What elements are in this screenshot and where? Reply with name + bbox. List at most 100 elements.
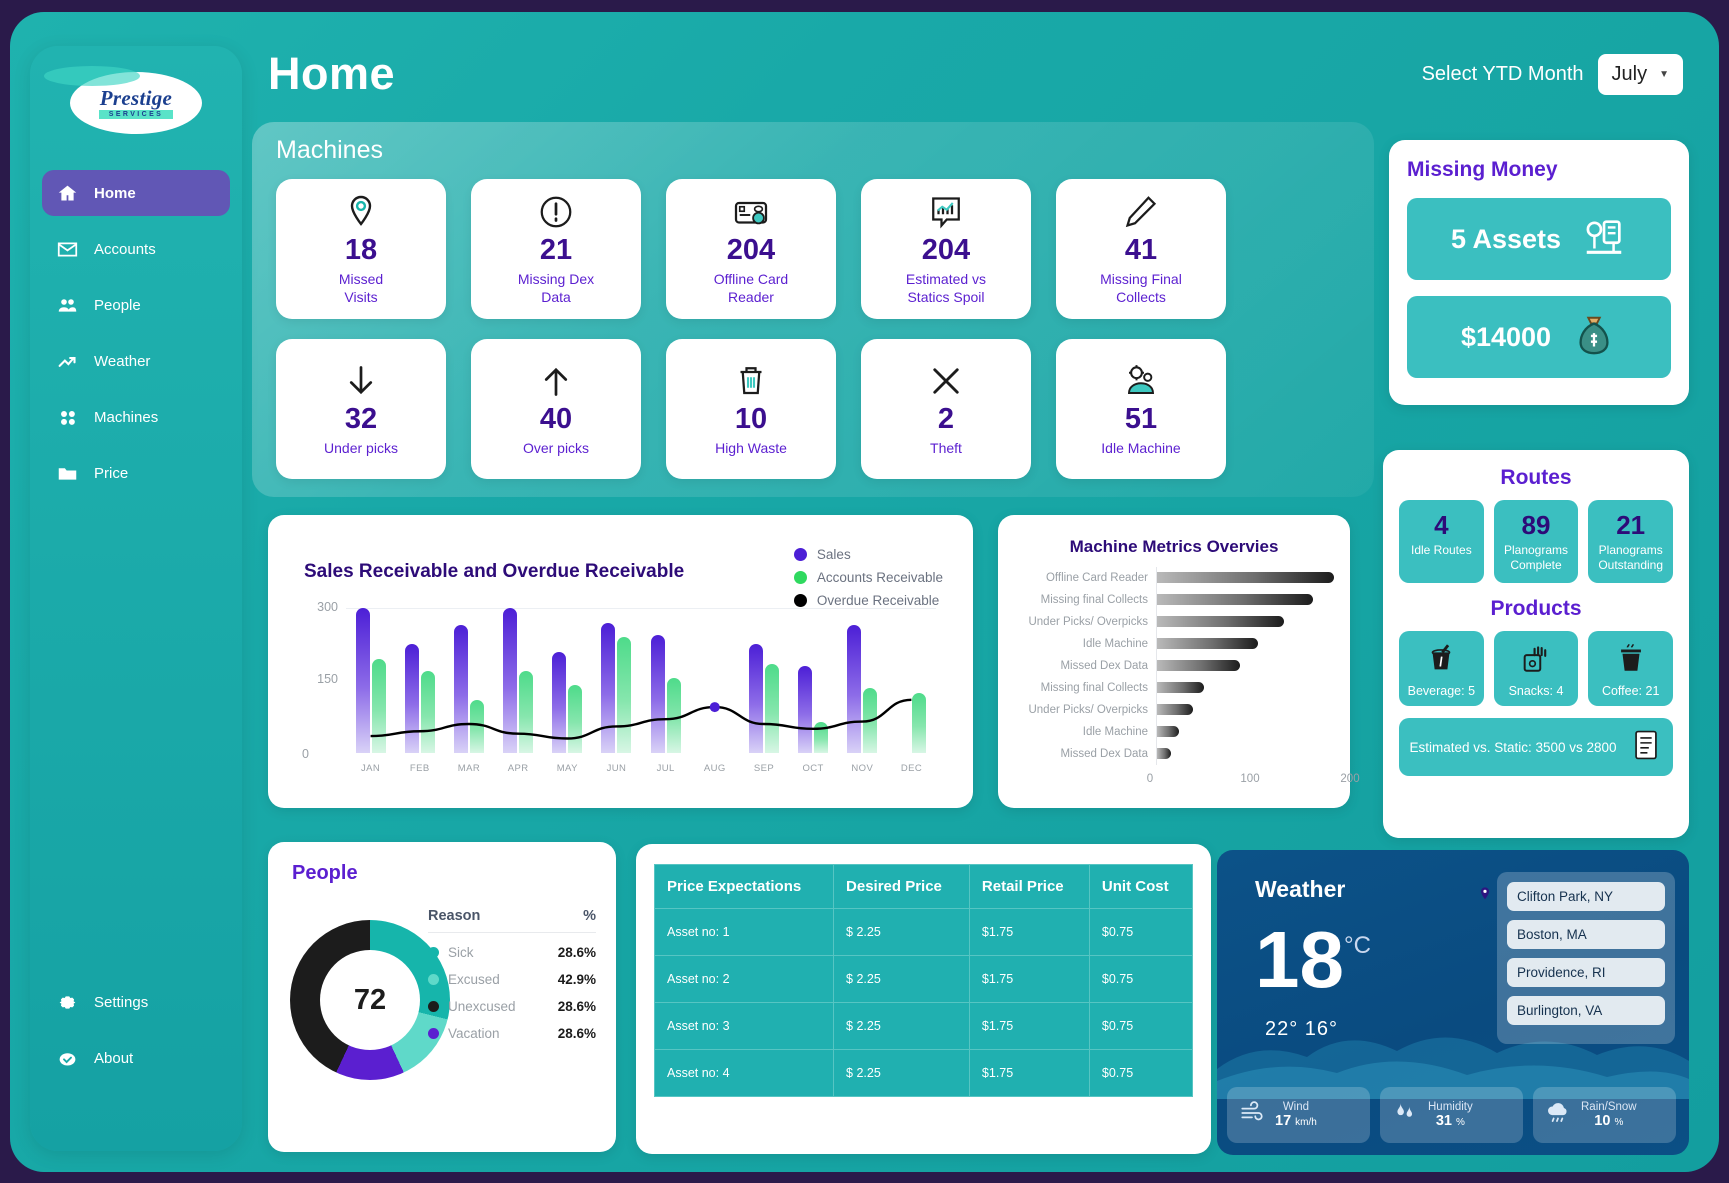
- legend-label: Excused: [448, 972, 500, 987]
- check-badge-icon: [56, 1047, 78, 1069]
- x-axis-tick: 100: [1240, 773, 1260, 785]
- bar-group: [346, 608, 395, 753]
- bar-group: [838, 608, 887, 753]
- product-cell-beverage[interactable]: Beverage: 5: [1399, 631, 1484, 706]
- missing-money-assets[interactable]: 5 Assets: [1407, 198, 1671, 280]
- legend-color-swatch: [428, 1028, 439, 1039]
- machine-card-missing-dex-data[interactable]: 21 Missing Dex Data: [471, 179, 641, 319]
- people-title: People: [292, 862, 358, 884]
- sidebar-item-settings[interactable]: Settings: [42, 979, 230, 1025]
- legend-color-swatch: [428, 974, 439, 985]
- route-cell-planograms-outstanding[interactable]: 21 Planograms Outstanding: [1588, 500, 1674, 583]
- x-axis-label: JUL: [656, 763, 675, 774]
- bar: [1157, 682, 1205, 693]
- table-cell: $1.75: [968, 1049, 1090, 1097]
- bar: [764, 663, 779, 753]
- product-cell-coffee[interactable]: Coffee: 21: [1588, 631, 1674, 706]
- arrow-down-icon: [343, 360, 379, 402]
- bar: [1157, 726, 1179, 737]
- table-cell: $0.75: [1088, 955, 1194, 1003]
- bar-group: [395, 608, 444, 753]
- route-cell-idle-routes[interactable]: 4 Idle Routes: [1399, 500, 1484, 583]
- machine-card-offline-card-reader[interactable]: 204 Offline Card Reader: [666, 179, 836, 319]
- machine-card-estimated-vs-statics-spoil[interactable]: 204 Estimated vs Statics Spoil: [861, 179, 1031, 319]
- table-body: Asset no: 1 $ 2.25 $1.75 $0.75 Asset no: 2 $ …: [653, 908, 1194, 1097]
- money-assets-icon: [1581, 214, 1627, 265]
- machine-card-high-waste[interactable]: 10 High Waste: [666, 339, 836, 479]
- ytd-select[interactable]: July ▼: [1597, 54, 1683, 95]
- table-row[interactable]: Asset no: 3 $ 2.25 $1.75 $0.75: [653, 1002, 1194, 1050]
- gear-icon: [56, 991, 78, 1013]
- logo-swoosh: [44, 66, 140, 86]
- sidebar-item-about[interactable]: About: [42, 1035, 230, 1081]
- sidebar-item-label: Home: [94, 184, 136, 202]
- sidebar: Prestige SERVICES Home Accounts People W…: [30, 46, 242, 1151]
- bar-track: [1156, 611, 1338, 633]
- table-cell: Asset no: 4: [653, 1049, 835, 1097]
- estimated-vs-static-box[interactable]: Estimated vs. Static: 3500 vs 2800: [1399, 718, 1673, 776]
- legend-header: Reason %: [428, 908, 596, 933]
- products-grid: Beverage: 5 Snacks: 4 Coffee: 21: [1399, 631, 1674, 706]
- sidebar-item-price[interactable]: Price: [42, 450, 230, 496]
- bar-track: [1156, 743, 1338, 765]
- sidebar-item-label: Accounts: [94, 240, 156, 258]
- people-icon: [56, 294, 78, 316]
- missing-money-amount[interactable]: $14000: [1407, 296, 1671, 378]
- table-row: Missing final Collects: [1004, 589, 1338, 611]
- sidebar-item-people[interactable]: People: [42, 282, 230, 328]
- machine-card-missing-final-collects[interactable]: 41 Missing Final Collects: [1056, 179, 1226, 319]
- bar: [1157, 594, 1313, 605]
- machine-card-theft[interactable]: 2 Theft: [861, 339, 1031, 479]
- brand-subtitle: SERVICES: [98, 109, 174, 119]
- bar-group: [641, 608, 690, 753]
- machines-row-1: 18 Missed Visits 21 Missing Dex Data 204…: [252, 165, 1374, 319]
- weather-city-item[interactable]: Burlington, VA: [1507, 996, 1665, 1025]
- weather-city-item[interactable]: Providence, RI: [1507, 958, 1665, 987]
- bar-series-container: [346, 608, 936, 753]
- weather-city-item[interactable]: Boston, MA: [1507, 920, 1665, 949]
- product-label: Coffee: 21: [1601, 684, 1660, 698]
- bar-group: [494, 608, 543, 753]
- missing-money-assets-value: 5 Assets: [1450, 223, 1562, 254]
- table-row: Idle Machine: [1004, 721, 1338, 743]
- bar: [798, 666, 813, 753]
- sidebar-item-accounts[interactable]: Accounts: [42, 226, 230, 272]
- table-row[interactable]: Asset no: 1 $ 2.25 $1.75 $0.75: [653, 908, 1194, 956]
- sidebar-item-weather[interactable]: Weather: [42, 338, 230, 384]
- machine-card-missed-visits[interactable]: 18 Missed Visits: [276, 179, 446, 319]
- weather-stat-humidity: Humidity 31 %: [1380, 1087, 1523, 1143]
- folder-icon: [56, 462, 78, 484]
- bar-label: Under Picks/ Overpicks: [1028, 616, 1148, 628]
- legend-item: Unexcused 28.6%: [428, 999, 596, 1014]
- x-axis-label: FEB: [409, 763, 430, 774]
- sidebar-item-home[interactable]: Home: [42, 170, 230, 216]
- sidebar-item-machines[interactable]: Machines: [42, 394, 230, 440]
- table-row[interactable]: Asset no: 2 $ 2.25 $1.75 $0.75: [653, 955, 1194, 1003]
- sidebar-item-label: About: [94, 1049, 134, 1067]
- bar: [453, 624, 468, 753]
- weather-stat-name: Humidity: [1428, 1101, 1473, 1113]
- estimated-vs-static-text: Estimated vs. Static: 3500 vs 2800: [1409, 739, 1617, 755]
- weather-stat-unit: %: [1456, 1117, 1465, 1128]
- table-cell: $ 2.25: [833, 955, 970, 1003]
- legend-item: Accounts Receivable: [793, 570, 943, 585]
- missing-money-title: Missing Money: [1407, 158, 1558, 181]
- machine-card-under-picks[interactable]: 32 Under picks: [276, 339, 446, 479]
- product-cell-snacks[interactable]: Snacks: 4: [1493, 631, 1579, 706]
- table-cell: $ 2.25: [833, 908, 970, 956]
- bar: [503, 608, 518, 753]
- sidebar-item-label: Settings: [94, 993, 149, 1011]
- table-cell: $ 2.25: [833, 1002, 970, 1050]
- table-row[interactable]: Asset no: 4 $ 2.25 $1.75 $0.75: [653, 1049, 1194, 1097]
- money-bag-icon: [1571, 312, 1617, 363]
- machine-card-idle-machine[interactable]: 51 Idle Machine: [1056, 339, 1226, 479]
- table-column-header: Price Expectations: [653, 864, 835, 909]
- snack-bag-icon: [1519, 646, 1553, 679]
- machine-card-over-picks[interactable]: 40 Over picks: [471, 339, 641, 479]
- beverage-cup-icon: [1424, 644, 1458, 679]
- bar: [1157, 572, 1335, 583]
- weather-city-item[interactable]: Clifton Park, NY: [1507, 882, 1665, 911]
- route-cell-planograms-complete[interactable]: 89 Planograms Complete: [1493, 500, 1579, 583]
- brand-name: Prestige: [99, 85, 173, 110]
- x-axis-label: NOV: [851, 763, 874, 774]
